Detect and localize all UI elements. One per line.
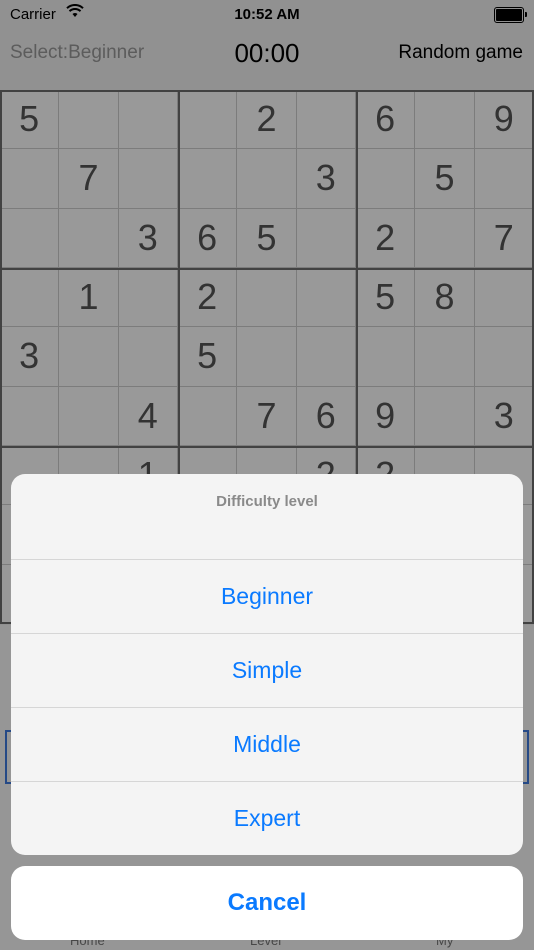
option-beginner[interactable]: Beginner bbox=[11, 559, 523, 633]
action-sheet-title: Difficulty level bbox=[216, 493, 318, 510]
cancel-button[interactable]: Cancel bbox=[11, 866, 523, 940]
option-simple[interactable]: Simple bbox=[11, 633, 523, 707]
option-expert[interactable]: Expert bbox=[11, 781, 523, 855]
option-middle[interactable]: Middle bbox=[11, 707, 523, 781]
difficulty-action-sheet: Difficulty level Beginner Simple Middle … bbox=[11, 474, 523, 855]
